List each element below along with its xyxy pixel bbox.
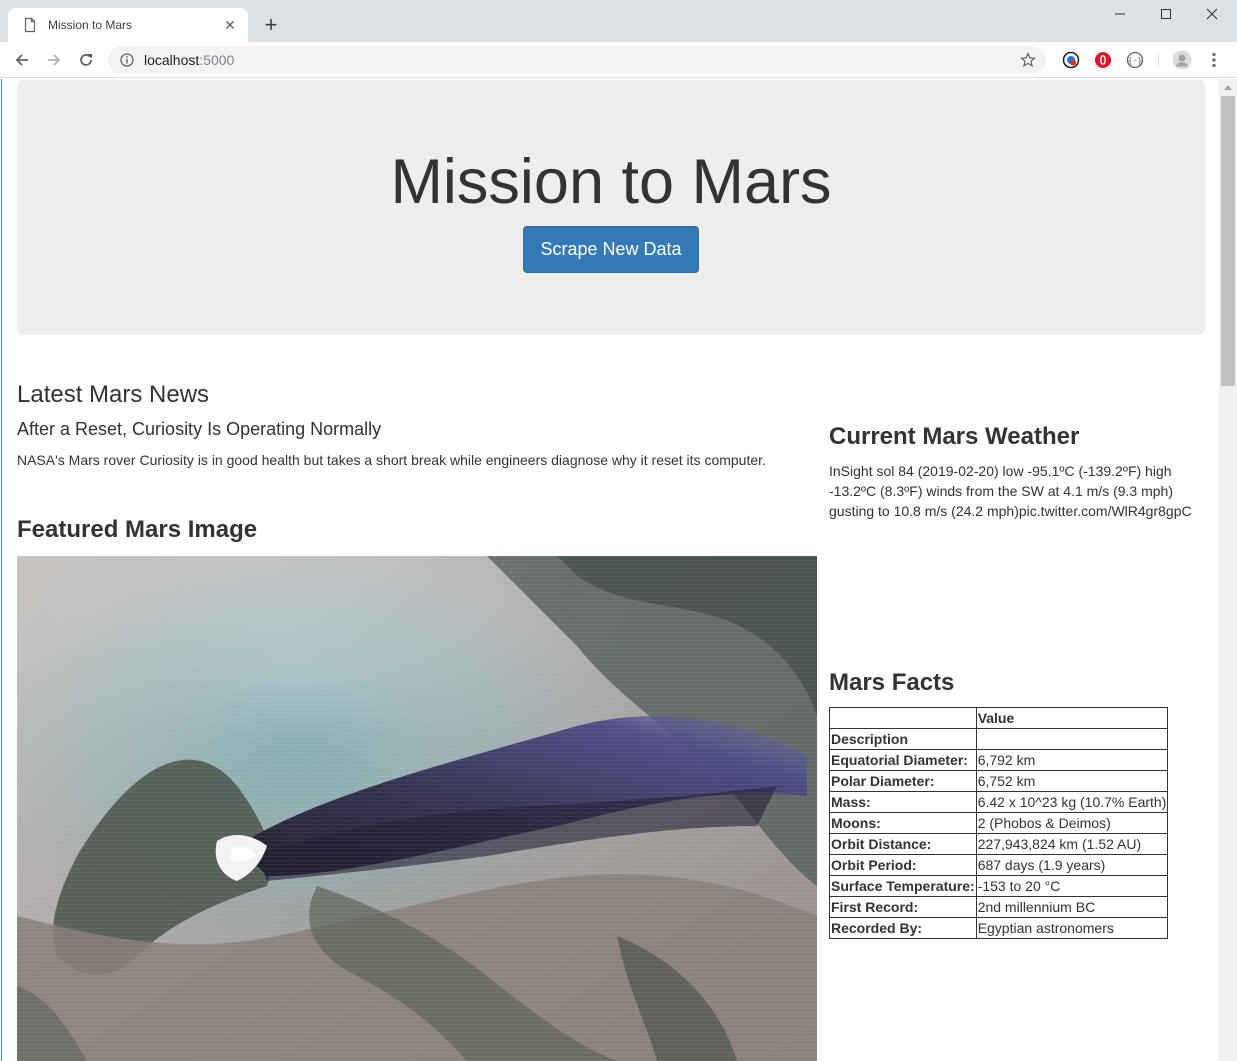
minimize-icon <box>1115 13 1125 15</box>
fact-label: Equatorial Diameter: <box>829 749 977 771</box>
table-index-label: Description <box>829 728 977 750</box>
mars-facts-table: Value Description Equatorial Diameter: 6,… <box>829 707 1169 939</box>
table-row: First Record: 2nd millennium BC <box>829 896 1169 918</box>
page-viewport: Mission to Mars Scrape New Data Latest M… <box>1 79 1218 1061</box>
fact-label: Recorded By: <box>829 917 977 939</box>
fact-value: 6.42 x 10^23 kg (10.7% Earth) <box>975 791 1169 813</box>
reload-button[interactable] <box>74 48 98 72</box>
forward-button[interactable] <box>42 48 66 72</box>
news-paragraph: NASA's Mars rover Curiosity is in good h… <box>17 452 766 468</box>
browser-toolbar: localhost:5000 {·} <box>0 42 1237 78</box>
table-header-cell: Value <box>975 707 1169 729</box>
weather-tweet: InSight sol 84 (2019-02-20) low -95.1ºC … <box>829 463 1192 519</box>
featured-image-heading: Featured Mars Image <box>17 516 258 543</box>
close-window-icon <box>1206 8 1218 20</box>
table-index-row: Description <box>829 728 1169 750</box>
url-port: :5000 <box>199 52 235 68</box>
info-icon[interactable] <box>120 53 134 67</box>
table-header-cell <box>829 707 977 729</box>
scroll-up-icon[interactable] <box>1224 85 1232 90</box>
fact-value: 2 (Phobos & Deimos) <box>975 812 1169 834</box>
url-text: localhost:5000 <box>144 52 234 68</box>
scrollbar-thumb[interactable] <box>1221 96 1235 386</box>
weather-heading: Current Mars Weather <box>829 423 1080 450</box>
table-row: Surface Temperature: -153 to 20 °C <box>829 875 1169 897</box>
reload-icon <box>80 54 92 66</box>
svg-text:{·}: {·} <box>1128 56 1142 65</box>
json-extension-icon[interactable]: {·} <box>1125 50 1145 70</box>
vertical-scrollbar[interactable] <box>1219 79 1237 1061</box>
browser-tabstrip: Mission to Mars ✕ + <box>0 0 1237 42</box>
fact-value: 2nd millennium BC <box>975 896 1169 918</box>
fact-value: Egyptian astronomers <box>975 917 1169 939</box>
fact-value: 6,792 km <box>975 749 1169 771</box>
url-host: localhost <box>144 52 200 68</box>
new-tab-button[interactable]: + <box>258 12 284 38</box>
table-row: Mass: 6.42 x 10^23 kg (10.7% Earth) <box>829 791 1169 813</box>
braces-icon: {·} <box>1126 51 1144 69</box>
opera-icon <box>1095 52 1111 68</box>
featured-mars-image[interactable] <box>17 556 817 1061</box>
extension-icon[interactable] <box>1061 50 1081 70</box>
avatar-icon <box>1172 50 1192 70</box>
bookmark-star-icon[interactable] <box>1020 52 1036 68</box>
fact-label: First Record: <box>829 896 977 918</box>
browser-tab[interactable]: Mission to Mars ✕ <box>8 8 248 42</box>
back-button[interactable] <box>10 48 34 72</box>
close-icon[interactable]: ✕ <box>222 17 238 33</box>
arrow-right-icon <box>48 54 61 66</box>
fact-label: Surface Temperature: <box>829 875 977 897</box>
adblock-extension-icon[interactable] <box>1093 50 1113 70</box>
page-icon <box>24 17 36 33</box>
maximize-button[interactable] <box>1143 0 1189 28</box>
menu-button[interactable] <box>1204 50 1224 70</box>
table-row: Equatorial Diameter: 6,792 km <box>829 749 1169 771</box>
tab-title: Mission to Mars <box>48 18 133 32</box>
table-row: Orbit Distance: 227,943,824 km (1.52 AU) <box>829 833 1169 855</box>
fact-label: Orbit Distance: <box>829 833 977 855</box>
fact-value: 687 days (1.9 years) <box>975 854 1169 876</box>
fact-label: Moons: <box>829 812 977 834</box>
news-heading: Latest Mars News <box>17 381 210 408</box>
page-title: Mission to Mars <box>390 147 832 217</box>
table-row: Orbit Period: 687 days (1.9 years) <box>829 854 1169 876</box>
arrow-left-icon <box>15 54 28 66</box>
address-bar[interactable]: localhost:5000 <box>108 46 1046 74</box>
kebab-menu-icon <box>1212 52 1216 68</box>
extension-icon <box>1062 51 1080 69</box>
scrape-button[interactable]: Scrape New Data <box>523 226 699 273</box>
fact-label: Mass: <box>829 791 977 813</box>
maximize-icon <box>1161 9 1171 19</box>
fact-value: 227,943,824 km (1.52 AU) <box>975 833 1169 855</box>
profile-button[interactable] <box>1172 50 1192 70</box>
jumbotron: Mission to Mars Scrape New Data <box>17 80 1205 335</box>
fact-value: -153 to 20 °C <box>975 875 1169 897</box>
facts-heading: Mars Facts <box>829 669 955 696</box>
table-header-cell <box>975 728 1169 750</box>
table-header-row: Value <box>829 707 1169 729</box>
fact-label: Polar Diameter: <box>829 770 977 792</box>
close-window-button[interactable] <box>1189 0 1235 28</box>
table-row: Polar Diameter: 6,752 km <box>829 770 1169 792</box>
table-row: Recorded By: Egyptian astronomers <box>829 917 1169 939</box>
fact-label: Orbit Period: <box>829 854 977 876</box>
toolbar-divider <box>1158 52 1159 68</box>
fact-value: 6,752 km <box>975 770 1169 792</box>
table-row: Moons: 2 (Phobos & Deimos) <box>829 812 1169 834</box>
minimize-button[interactable] <box>1097 0 1143 28</box>
news-title: After a Reset, Curiosity Is Operating No… <box>17 419 382 439</box>
